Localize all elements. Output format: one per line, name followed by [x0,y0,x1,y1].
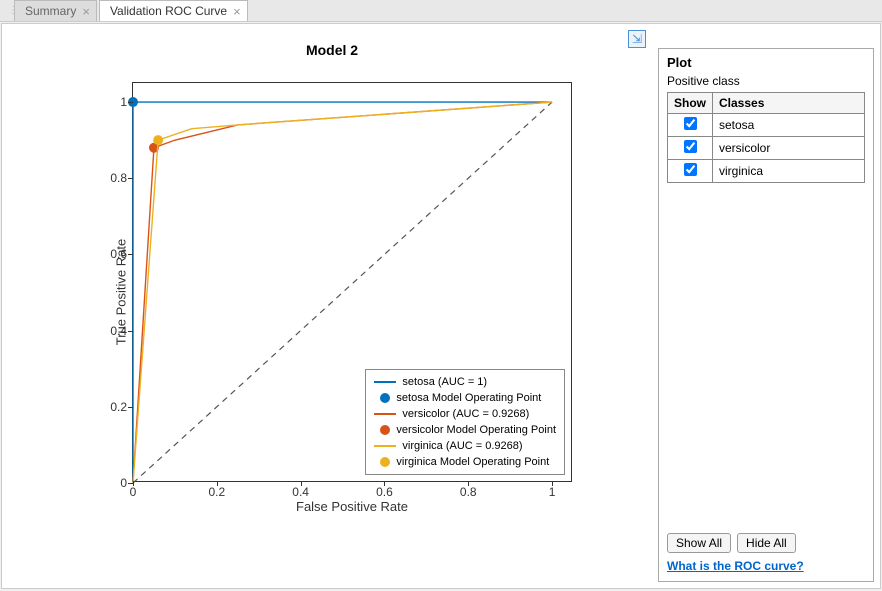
class-name: versicolor [713,137,865,160]
y-tick: 0.8 [103,171,127,185]
x-tick: 0.4 [292,485,309,499]
legend-entry: setosa (AUC = 1) [374,374,556,390]
class-table: Show Classes setosaversicolorvirginica [667,92,865,183]
y-tick: 0.4 [103,324,127,338]
axes[interactable]: setosa (AUC = 1) setosa Model Operating P… [132,82,572,482]
tab-label: Validation ROC Curve [110,4,227,18]
legend-entry: virginica Model Operating Point [374,454,556,470]
class-name: setosa [713,114,865,137]
hide-all-button[interactable]: Hide All [737,533,796,553]
x-tick: 0.8 [460,485,477,499]
x-tick: 1 [549,485,556,499]
y-tick: 0.6 [103,247,127,261]
side-panel: Plot Positive class Show Classes setosav… [658,48,874,582]
chart-title: Model 2 [22,42,642,58]
main-content: ⇲ Model 2 True Positive Rate setosa (AUC… [1,23,881,589]
table-row: setosa [668,114,865,137]
tab-bar: ⋮ Summary × Validation ROC Curve × [0,0,882,22]
legend-label: setosa Model Operating Point [396,392,541,404]
x-tick: 0.2 [208,485,225,499]
legend-entry: virginica (AUC = 0.9268) [374,438,556,454]
y-tick: 1 [103,95,127,109]
tab-label: Summary [25,4,76,18]
undock-icon[interactable]: ⇲ [628,30,646,48]
legend-entry: versicolor Model Operating Point [374,422,556,438]
help-link[interactable]: What is the ROC curve? [667,559,804,573]
panel-subtitle: Positive class [667,74,865,88]
legend-entry: versicolor (AUC = 0.9268) [374,406,556,422]
class-name: virginica [713,160,865,183]
legend-label: versicolor Model Operating Point [396,424,556,436]
close-icon[interactable]: × [233,4,241,19]
col-show: Show [668,93,713,114]
chart-area: ⇲ Model 2 True Positive Rate setosa (AUC… [2,24,652,588]
legend-entry: setosa Model Operating Point [374,390,556,406]
x-tick: 0.6 [376,485,393,499]
col-classes: Classes [713,93,865,114]
legend-label: versicolor (AUC = 0.9268) [402,408,529,420]
x-tick: 0 [130,485,137,499]
x-axis-label: False Positive Rate [296,499,408,514]
tab-validation-roc[interactable]: Validation ROC Curve × [99,0,248,21]
legend: setosa (AUC = 1) setosa Model Operating P… [365,369,565,475]
y-tick: 0.2 [103,400,127,414]
table-row: versicolor [668,137,865,160]
show-class-checkbox[interactable] [684,163,697,176]
show-class-checkbox[interactable] [684,140,697,153]
legend-label: virginica Model Operating Point [396,456,549,468]
table-row: virginica [668,160,865,183]
y-tick: 0 [103,476,127,490]
tab-summary[interactable]: Summary × [14,0,97,21]
plot-box: True Positive Rate setosa (AUC = 1)setos… [62,62,602,522]
panel-title: Plot [667,55,865,70]
legend-label: setosa (AUC = 1) [402,376,487,388]
show-all-button[interactable]: Show All [667,533,731,553]
close-icon[interactable]: × [82,4,90,19]
show-class-checkbox[interactable] [684,117,697,130]
legend-label: virginica (AUC = 0.9268) [402,440,522,452]
